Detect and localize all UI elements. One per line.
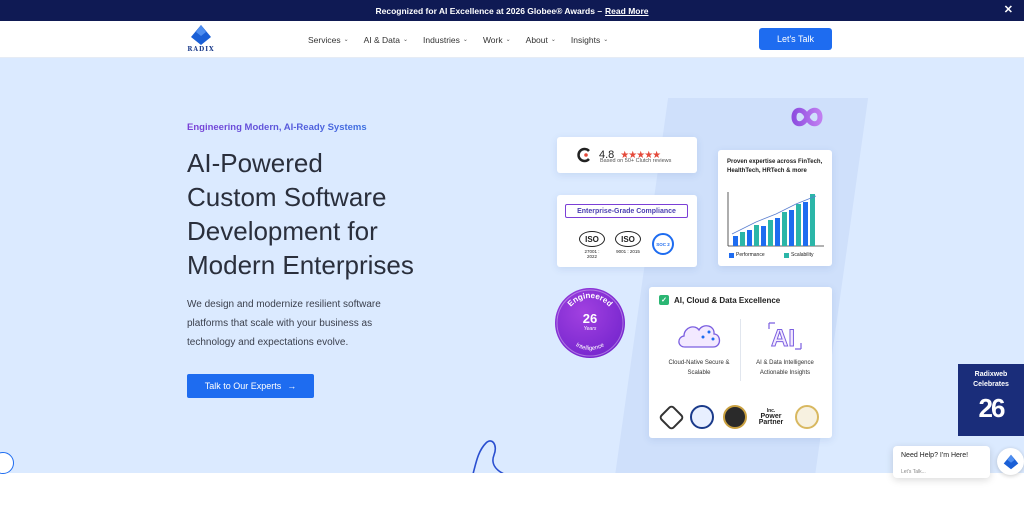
- logo-mark-icon: [191, 25, 211, 45]
- growth-bar-chart-icon: [727, 192, 824, 247]
- page-below-fold: [0, 473, 1024, 512]
- chart-bars: [733, 194, 815, 246]
- laurel-award-badge: [795, 405, 819, 429]
- feature-divider: [740, 319, 741, 381]
- expertise-chart-card: Proven expertise across FinTech, HealthT…: [718, 150, 832, 266]
- hero-subtext: We design and modernize resilient softwa…: [187, 299, 381, 348]
- certified-badge: [690, 405, 714, 429]
- talk-to-experts-button[interactable]: Talk to Our Experts →: [187, 374, 314, 398]
- cloud-icon: [678, 325, 721, 348]
- hero-eyebrow: Engineering Modern, AI-Ready Systems: [187, 122, 367, 133]
- chevron-down-icon: ⌄: [505, 37, 511, 43]
- svg-text:Engineered: Engineered: [566, 291, 615, 309]
- logo[interactable]: RADIX: [186, 24, 216, 56]
- infinity-icon: [791, 107, 823, 127]
- ai-icon: AI: [768, 322, 802, 353]
- excellence-card-title: AI, Cloud & Data Excellence: [674, 295, 781, 305]
- nav-industries[interactable]: Industries ⌄: [423, 35, 468, 45]
- nav-work[interactable]: Work ⌄: [483, 35, 511, 45]
- logo-text: RADIX: [187, 46, 215, 53]
- feature-ai: AI AI & Data Intelligence Actionable Ins…: [745, 317, 825, 378]
- decorative-squiggle: [472, 440, 504, 473]
- hero-headline: AI-Powered Custom Software Development f…: [187, 148, 414, 280]
- compliance-card: Enterprise-Grade Compliance ISO 27001 : …: [557, 195, 697, 267]
- promo-number: 26: [978, 393, 1006, 423]
- nav-insights[interactable]: Insights ⌄: [571, 35, 608, 45]
- chart-card-title: Proven expertise across FinTech, HealthT…: [727, 159, 823, 174]
- nav-ai-data[interactable]: AI & Data ⌄: [364, 35, 408, 45]
- checkbox-icon: ✓: [659, 295, 669, 305]
- years-badge-bottom-text: Intelligence: [575, 342, 607, 352]
- chevron-down-icon: ⌄: [343, 37, 349, 43]
- years-badge: Engineered Intelligence 26 Years: [555, 288, 625, 358]
- lets-talk-button[interactable]: Let's Talk: [759, 28, 832, 50]
- announcement-text: Recognized for AI Excellence at 2026 Glo…: [375, 5, 603, 16]
- site-header: RADIX Services ⌄ AI & Data ⌄ Industries ⌄ W…: [0, 21, 1024, 58]
- announcement-bar: Recognized for AI Excellence at 2026 Glo…: [0, 0, 1024, 21]
- clutch-award-badge: [658, 403, 685, 431]
- chat-avatar-icon[interactable]: [997, 448, 1024, 475]
- excellence-card: ✓ AI, Cloud & Data Excellence Cloud-Nati…: [649, 287, 832, 438]
- help-subtitle: Let's Talk...: [901, 469, 926, 475]
- compliance-title: Enterprise-Grade Compliance: [565, 204, 688, 218]
- chat-help-bubble[interactable]: Need Help? I'm Here! Let's Talk...: [893, 446, 990, 478]
- nav-about[interactable]: About ⌄: [526, 35, 556, 45]
- anniversary-promo[interactable]: Radixweb Celebrates 26: [958, 364, 1024, 436]
- chevron-down-icon: ⌄: [550, 37, 556, 43]
- years-number: 26: [582, 311, 598, 326]
- iso-9001-badge: ISO 9001 : 2015: [615, 231, 641, 254]
- help-title: Need Help? I'm Here!: [901, 452, 969, 459]
- close-icon[interactable]: ✕: [1004, 3, 1013, 16]
- feature-cloud: Cloud-Native Secure & Scalable: [659, 317, 739, 378]
- years-sub: Years: [583, 326, 597, 332]
- legend-performance: Performance: [729, 252, 765, 258]
- inc-power-partner-badge: Inc. Power Partner: [758, 408, 784, 426]
- clutch-rating-card: 4.8 ★★★★★ Based on 50+ Clutch reviews: [557, 137, 697, 173]
- main-nav: Services ⌄ AI & Data ⌄ Industries ⌄ Work ⌄ A…: [308, 21, 608, 58]
- clutch-logo-icon: [577, 147, 590, 163]
- chevron-down-icon: ⌄: [603, 37, 609, 43]
- nav-services[interactable]: Services ⌄: [308, 35, 349, 45]
- logo-mark-icon: [1003, 454, 1018, 469]
- years-badge-top-text: Engineered: [566, 291, 615, 309]
- iso-27001-badge: ISO 27001 : 2022: [579, 231, 605, 259]
- award-badges: Inc. Power Partner: [658, 403, 819, 431]
- chevron-down-icon: ⌄: [462, 37, 468, 43]
- excellence-card-header: ✓ AI, Cloud & Data Excellence: [659, 295, 780, 305]
- soc2-badge: SOC 2: [652, 233, 674, 255]
- rating-based-on: Based on 50+ Clutch reviews: [600, 158, 672, 164]
- legend-scalability: Scalability: [784, 252, 814, 258]
- chevron-down-icon: ⌄: [403, 37, 409, 43]
- svg-text:AI: AI: [771, 325, 795, 352]
- arrow-right-icon: →: [287, 381, 297, 391]
- gold-award-badge: [723, 405, 747, 429]
- read-more-link[interactable]: Read More: [605, 6, 648, 16]
- hero-section: Engineering Modern, AI-Ready Systems AI-…: [0, 58, 1024, 473]
- svg-text:Intelligence: Intelligence: [575, 342, 607, 352]
